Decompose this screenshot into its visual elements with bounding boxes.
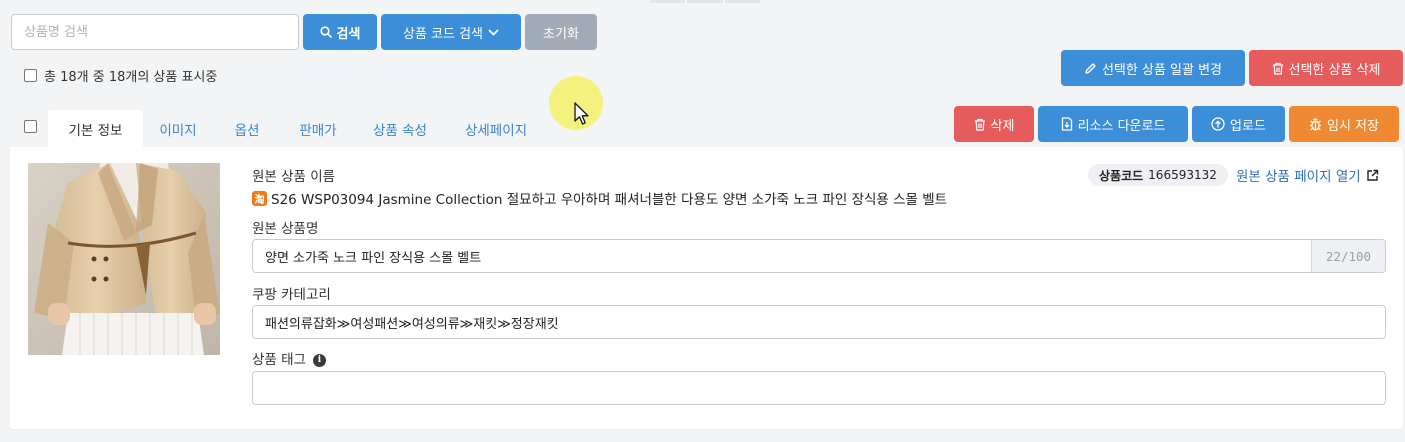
product-name-input[interactable]: 양면 소가죽 노크 파인 장식용 스몰 벨트 22/100	[252, 239, 1386, 273]
bug-icon	[1310, 118, 1321, 131]
delete-button[interactable]: 삭제	[954, 106, 1034, 142]
product-select-checkbox[interactable]	[24, 120, 37, 133]
taobao-icon: 淘	[252, 190, 267, 206]
bulk-edit-label: 선택한 상품 일괄 변경	[1101, 62, 1223, 78]
search-input[interactable]	[11, 14, 299, 50]
category-label: 쿠팡 카테고리	[252, 287, 331, 303]
open-original-page-label: 원본 상품 페이지 열기	[1236, 169, 1361, 185]
name-char-counter: 22/100	[1311, 240, 1385, 272]
temp-save-label: 임시 저장	[1327, 118, 1379, 134]
resource-download-button[interactable]: 리소스 다운로드	[1038, 106, 1188, 142]
bulk-edit-button[interactable]: 선택한 상품 일괄 변경	[1061, 50, 1245, 86]
original-name-text: S26 WSP03094 Jasmine Collection 절묘하고 우아하…	[271, 192, 948, 208]
category-input[interactable]: 패션의류잡화≫여성패션≫여성의류≫재킷≫정장재킷	[252, 305, 1386, 339]
resource-download-label: 리소스 다운로드	[1077, 118, 1166, 134]
original-name-label: 원본 상품 이름	[252, 169, 336, 185]
delete-label: 삭제	[990, 118, 1015, 134]
name-field-label: 원본 상품명	[252, 221, 319, 237]
select-all-checkbox[interactable]	[24, 69, 37, 82]
temp-save-button[interactable]: 임시 저장	[1289, 106, 1399, 142]
search-button[interactable]: 검색	[303, 14, 377, 50]
product-code-badge: 상품코드 166593132	[1088, 164, 1228, 186]
product-photo	[28, 163, 220, 355]
product-panel: 기본 정보 이미지 옵션 판매가 상품 속성 상세페이지 삭제 리소스 다운로드…	[10, 104, 1403, 429]
cloud-upload-icon	[1211, 117, 1225, 131]
tab-basic-info[interactable]: 기본 정보	[48, 110, 143, 147]
tab-options[interactable]: 옵션	[213, 110, 281, 147]
code-search-button[interactable]: 상품 코드 검색	[381, 14, 521, 50]
tab-label: 상세페이지	[464, 122, 528, 139]
upload-button[interactable]: 업로드	[1192, 106, 1285, 142]
product-name-value: 양면 소가죽 노크 파인 장식용 스몰 벨트	[265, 250, 482, 266]
top-divider	[650, 0, 760, 3]
bulk-delete-button[interactable]: 선택한 상품 삭제	[1249, 50, 1403, 86]
trash-icon	[974, 118, 985, 131]
product-code-value: 166593132	[1148, 168, 1217, 182]
pencil-icon	[1085, 62, 1096, 74]
product-card: 원본 상품 이름 淘 S26 WSP03094 Jasmine Collecti…	[10, 147, 1403, 429]
product-image	[28, 163, 220, 355]
tags-label-row: 상품 태그 i	[252, 348, 326, 368]
file-download-icon	[1061, 117, 1072, 131]
tab-detail-page[interactable]: 상세페이지	[445, 110, 547, 147]
product-count-text: 총 18개 중 18개의 상품 표시중	[44, 70, 218, 85]
product-code-label: 상품코드	[1099, 168, 1144, 183]
original-name-line: 淘 S26 WSP03094 Jasmine Collection 절묘하고 우…	[252, 188, 947, 208]
search-button-label: 검색	[336, 26, 361, 42]
product-count-line: 총 18개 중 18개의 상품 표시중	[24, 66, 217, 85]
tab-label: 상품 속성	[373, 122, 427, 139]
tab-bar: 기본 정보 이미지 옵션 판매가 상품 속성 상세페이지	[10, 104, 570, 147]
tab-label: 옵션	[234, 122, 260, 139]
category-value: 패션의류잡화≫여성패션≫여성의류≫재킷≫정장재킷	[265, 316, 559, 332]
tab-label: 이미지	[159, 122, 197, 139]
tab-attributes[interactable]: 상품 속성	[355, 110, 445, 147]
trash-icon	[1272, 62, 1283, 75]
open-original-page-link[interactable]: 원본 상품 페이지 열기	[1236, 165, 1379, 185]
info-icon[interactable]: i	[312, 353, 326, 367]
bulk-delete-label: 선택한 상품 삭제	[1288, 62, 1381, 78]
tags-input[interactable]	[252, 371, 1386, 405]
upload-label: 업로드	[1230, 118, 1266, 134]
tab-price[interactable]: 판매가	[281, 110, 355, 147]
tab-images[interactable]: 이미지	[143, 110, 213, 147]
search-icon	[319, 26, 332, 38]
tab-label: 기본 정보	[68, 122, 123, 139]
tags-label: 상품 태그	[252, 352, 306, 368]
chevron-down-icon	[488, 28, 499, 36]
reset-button-label: 초기화	[543, 26, 579, 42]
reset-button[interactable]: 초기화	[525, 14, 597, 50]
external-link-icon	[1366, 169, 1378, 181]
code-search-label: 상품 코드 검색	[402, 26, 484, 42]
tab-label: 판매가	[299, 122, 337, 139]
